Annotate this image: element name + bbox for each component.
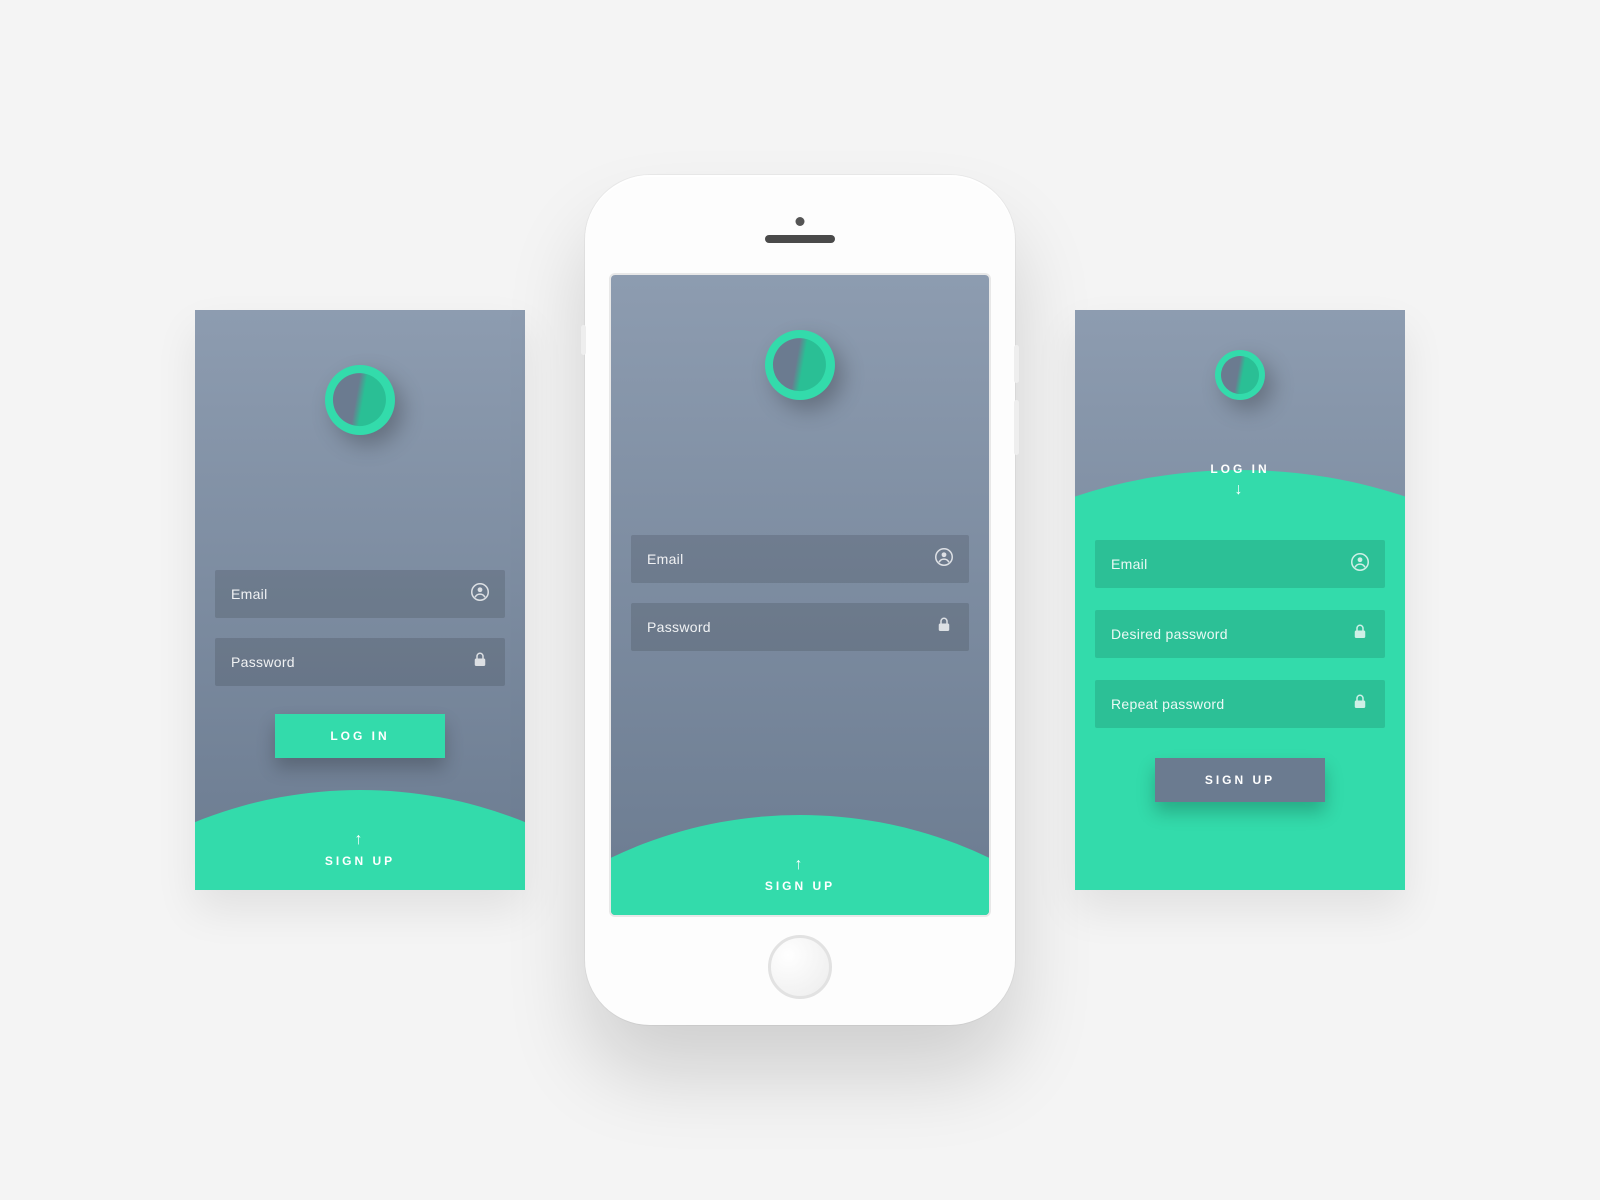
user-icon <box>471 583 489 606</box>
password-placeholder: Password <box>231 654 471 670</box>
signup-label: SIGN UP <box>325 854 395 868</box>
login-form: Email Password LOG IN <box>215 570 505 758</box>
lock-icon <box>1351 693 1369 716</box>
signup-form: Email Desired password Repeat password S… <box>1095 540 1385 802</box>
phone-frame: Email Password ↑ SIGN UP <box>585 175 1015 1025</box>
home-button[interactable] <box>768 935 832 999</box>
lock-icon <box>935 616 953 639</box>
email-field[interactable]: Email <box>631 535 969 583</box>
side-button <box>1014 345 1019 383</box>
phone-login-screen: Email Password ↑ SIGN UP <box>611 275 989 915</box>
speaker-icon <box>765 235 835 243</box>
signup-link[interactable]: ↑ SIGN UP <box>195 832 525 868</box>
login-form: Email Password <box>631 535 969 651</box>
login-label: LOG IN <box>1210 462 1269 476</box>
arrow-up-icon: ↑ <box>795 857 806 873</box>
arrow-down-icon: ↓ <box>1235 482 1246 498</box>
login-link[interactable]: LOG IN ↓ <box>1075 462 1405 498</box>
lock-icon <box>1351 623 1369 646</box>
front-camera-icon <box>796 217 805 226</box>
password-field[interactable]: Password <box>215 638 505 686</box>
signup-link[interactable]: ↑ SIGN UP <box>611 857 989 893</box>
signup-screen: LOG IN ↓ Email Desired password Repeat p… <box>1075 310 1405 890</box>
password-placeholder: Password <box>647 619 935 635</box>
lock-icon <box>471 651 489 674</box>
app-logo <box>325 365 395 435</box>
login-screen: Email Password LOG IN ↑ SIGN UP <box>195 310 525 890</box>
repeat-password-field[interactable]: Repeat password <box>1095 680 1385 728</box>
user-icon <box>935 548 953 571</box>
email-field[interactable]: Email <box>1095 540 1385 588</box>
arrow-up-icon: ↑ <box>355 832 366 848</box>
desired-password-field[interactable]: Desired password <box>1095 610 1385 658</box>
signup-button[interactable]: SIGN UP <box>1155 758 1325 802</box>
mute-switch <box>581 325 586 355</box>
email-placeholder: Email <box>647 551 935 567</box>
login-button[interactable]: LOG IN <box>275 714 445 758</box>
app-logo <box>1215 350 1265 400</box>
signup-label: SIGN UP <box>765 879 835 893</box>
password-field[interactable]: Password <box>631 603 969 651</box>
email-field[interactable]: Email <box>215 570 505 618</box>
user-icon <box>1351 553 1369 576</box>
email-placeholder: Email <box>1111 556 1351 572</box>
desired-password-placeholder: Desired password <box>1111 626 1351 642</box>
repeat-password-placeholder: Repeat password <box>1111 696 1351 712</box>
email-placeholder: Email <box>231 586 471 602</box>
side-button <box>1014 400 1019 455</box>
app-logo <box>765 330 835 400</box>
